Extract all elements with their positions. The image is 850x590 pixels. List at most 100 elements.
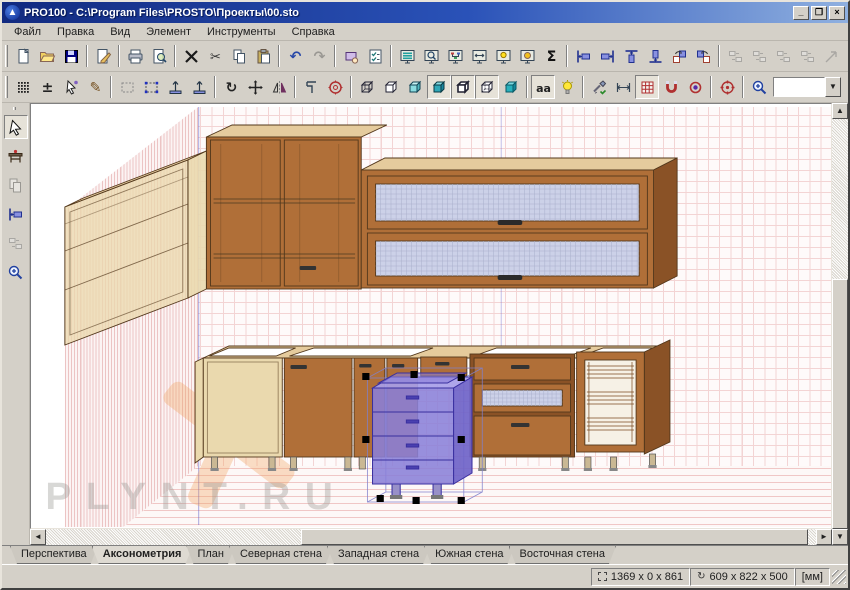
h-track[interactable] — [46, 529, 301, 545]
report[interactable] — [91, 44, 115, 68]
zoom-tool[interactable] — [4, 260, 28, 284]
rotate-tool[interactable]: ↻ — [219, 75, 243, 99]
save-project[interactable] — [59, 44, 83, 68]
view-solid[interactable] — [499, 75, 523, 99]
flip-vertical[interactable] — [163, 75, 187, 99]
price-screen[interactable] — [515, 44, 539, 68]
move-element[interactable] — [4, 202, 28, 226]
menu-инструменты[interactable]: Инструменты — [199, 24, 284, 40]
delete[interactable] — [179, 44, 203, 68]
kitchen-drawing[interactable] — [31, 104, 832, 528]
flip-horizontal[interactable] — [187, 75, 211, 99]
shift-right[interactable] — [747, 44, 771, 68]
tab-северная-стена[interactable]: Северная стена — [229, 546, 333, 564]
paste[interactable] — [251, 44, 275, 68]
snap-center[interactable] — [683, 75, 707, 99]
redo[interactable]: ↷ — [307, 44, 331, 68]
view-wireframe[interactable] — [355, 75, 379, 99]
zoom-dropdown-button[interactable]: ▼ — [825, 77, 841, 97]
undo[interactable]: ↶ — [283, 44, 307, 68]
move-to-left[interactable] — [571, 44, 595, 68]
draw-tool[interactable]: ✎ — [83, 75, 107, 99]
accuracy[interactable]: ± — [35, 75, 59, 99]
clone-element[interactable] — [4, 173, 28, 197]
close-button[interactable]: × — [829, 6, 845, 20]
snap[interactable] — [659, 75, 683, 99]
scroll-left-button[interactable]: ◄ — [30, 529, 46, 545]
element-list[interactable] — [363, 44, 387, 68]
select-tool[interactable] — [59, 75, 83, 99]
selection-frame-active[interactable] — [139, 75, 163, 99]
select-pointer[interactable] — [4, 115, 28, 139]
h-track-right[interactable] — [808, 529, 816, 545]
element-properties[interactable] — [339, 44, 363, 68]
menu-вид[interactable]: Вид — [102, 24, 138, 40]
scroll-up-button[interactable]: ▲ — [832, 103, 848, 119]
toolbar-grip[interactable] — [5, 76, 8, 98]
rotate-left[interactable] — [667, 44, 691, 68]
horizontal-scrollbar[interactable]: ◄ ► — [30, 529, 832, 545]
new-document[interactable] — [11, 44, 35, 68]
fittings[interactable] — [587, 75, 611, 99]
v-track[interactable] — [832, 119, 848, 279]
scroll-right-button[interactable]: ► — [816, 529, 832, 545]
view-textured[interactable] — [427, 75, 451, 99]
minimize-button[interactable]: _ — [793, 6, 809, 20]
center-view[interactable] — [715, 75, 739, 99]
open-project[interactable] — [35, 44, 59, 68]
rotate-right[interactable] — [691, 44, 715, 68]
pull-forward[interactable] — [819, 44, 843, 68]
tab-южная-стена[interactable]: Южная стена — [424, 546, 514, 564]
vertical-scrollbar[interactable]: ▲ ▼ — [832, 103, 848, 545]
v-thumb[interactable] — [832, 279, 848, 529]
tab-восточная-стена[interactable]: Восточная стена — [509, 546, 616, 564]
tab-аксонометрия[interactable]: Аксонометрия — [92, 546, 193, 564]
lighting[interactable] — [555, 75, 579, 99]
move-to-top[interactable] — [619, 44, 643, 68]
structure-screen[interactable] — [443, 44, 467, 68]
dimensions[interactable] — [611, 75, 635, 99]
move-to-right[interactable] — [595, 44, 619, 68]
dimensions-screen[interactable] — [467, 44, 491, 68]
corner-tool[interactable] — [299, 75, 323, 99]
move-to-bottom[interactable] — [643, 44, 667, 68]
push-back[interactable] — [843, 44, 850, 68]
menu-файл[interactable]: Файл — [6, 24, 49, 40]
lighting-screen[interactable] — [491, 44, 515, 68]
arrange-elements[interactable] — [4, 231, 28, 255]
design-viewport[interactable]: PLYNT.RU — [30, 103, 832, 529]
shift-left[interactable] — [723, 44, 747, 68]
zoom-value-input[interactable] — [773, 77, 825, 97]
toolbar-grip[interactable] — [5, 45, 8, 67]
copy[interactable] — [227, 44, 251, 68]
shift-up[interactable] — [771, 44, 795, 68]
workbench[interactable] — [4, 144, 28, 168]
center-tool[interactable] — [323, 75, 347, 99]
menu-правка[interactable]: Правка — [49, 24, 102, 40]
resize-grip[interactable] — [832, 570, 846, 584]
tab-западная-стена[interactable]: Западная стена — [327, 546, 430, 564]
summary[interactable]: Σ — [539, 44, 563, 68]
texture-mode[interactable] — [11, 75, 35, 99]
view-white[interactable] — [379, 75, 403, 99]
zoom-in[interactable] — [747, 75, 771, 99]
move-tool[interactable] — [243, 75, 267, 99]
shift-down[interactable] — [795, 44, 819, 68]
print-preview[interactable] — [147, 44, 171, 68]
mirror-tool[interactable] — [267, 75, 291, 99]
report-screen[interactable] — [395, 44, 419, 68]
scroll-down-button[interactable]: ▼ — [832, 529, 848, 545]
view-contours[interactable] — [451, 75, 475, 99]
antialias[interactable]: aa — [531, 75, 555, 99]
menu-элемент[interactable]: Элемент — [138, 24, 199, 40]
tab-перспектива[interactable]: Перспектива — [10, 546, 98, 564]
view-color[interactable] — [403, 75, 427, 99]
h-thumb[interactable] — [301, 529, 808, 545]
selection-frame[interactable] — [115, 75, 139, 99]
view-edges[interactable] — [475, 75, 499, 99]
selected-cabinet[interactable] — [362, 368, 482, 504]
print[interactable] — [123, 44, 147, 68]
cut[interactable]: ✂ — [203, 44, 227, 68]
toolbar-grip[interactable] — [13, 107, 16, 110]
zoom-out[interactable] — [843, 75, 850, 99]
